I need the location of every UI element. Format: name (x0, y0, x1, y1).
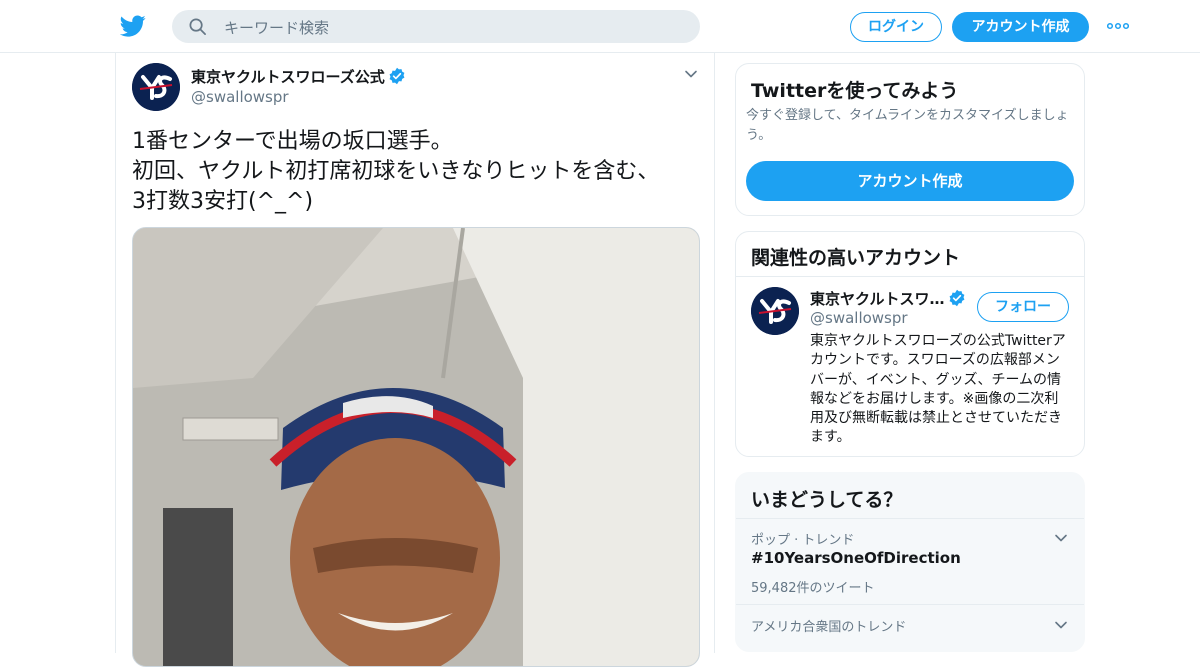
trends-title: いまどうしてる？ (751, 489, 903, 511)
related-card-title: 関連性の高いアカウント (751, 247, 961, 269)
related-account-name[interactable]: 東京ヤクルトスワ… (810, 290, 945, 308)
more-options-icon[interactable] (1107, 18, 1129, 34)
signup-button[interactable]: アカウント作成 (952, 12, 1089, 42)
trend-category: アメリカ合衆国のトレンド (751, 620, 907, 635)
signup-card: Twitterを使ってみよう 今すぐ登録して、タイムラインをカスタマイズしましょ… (735, 63, 1085, 216)
swallows-logo-icon (751, 287, 799, 335)
author-handle[interactable]: @swallowspr (191, 88, 289, 106)
divider (736, 518, 1084, 519)
swallows-logo-icon (132, 63, 180, 111)
tweet-text: 1番センターで出場の坂口選手。 初回、ヤクルト初打席初球をいきなりヒットを含む、… (132, 129, 660, 214)
divider (736, 276, 1084, 277)
search-icon (189, 18, 206, 35)
tweet-column: 東京ヤクルトスワローズ公式 @swallowspr 1番センターで出場の坂口選手… (115, 53, 715, 667)
trend-name[interactable]: #10YearsOneOfDirection (751, 549, 961, 567)
related-account-name-row[interactable]: 東京ヤクルトスワ… (810, 288, 966, 309)
twitter-bird-icon[interactable] (120, 13, 146, 39)
verified-badge-icon (389, 67, 405, 85)
divider (736, 604, 1084, 605)
author-avatar[interactable] (132, 63, 180, 111)
top-nav: ログイン アカウント作成 (0, 0, 1200, 53)
trends-card: いまどうしてる？ ポップ · トレンド #10YearsOneOfDirecti… (735, 472, 1085, 652)
login-button[interactable]: ログイン (850, 12, 942, 42)
player-photo (133, 228, 699, 666)
tweet-photo[interactable] (132, 227, 700, 667)
related-account-handle[interactable]: @swallowspr (810, 309, 908, 327)
search-input[interactable] (222, 10, 686, 45)
author-name-row[interactable]: 東京ヤクルトスワローズ公式 (191, 66, 406, 87)
trend-tweet-count: 59,482件のツイート (751, 581, 875, 596)
verified-badge-icon (949, 289, 964, 307)
author-name[interactable]: 東京ヤクルトスワローズ公式 (191, 68, 385, 86)
related-accounts-card: 関連性の高いアカウント 東京ヤクルトスワ… @swallowspr フォロー 東… (735, 231, 1085, 457)
search-box[interactable] (172, 10, 700, 45)
chevron-down-icon[interactable] (684, 67, 698, 81)
chevron-down-icon[interactable] (1054, 531, 1068, 545)
related-account-avatar[interactable] (751, 287, 799, 335)
trend-category: ポップ · トレンド (751, 533, 855, 548)
related-account-bio: 東京ヤクルトスワローズの公式Twitterアカウントです。スワローズの広報部メン… (810, 333, 1066, 446)
signup-card-button[interactable]: アカウント作成 (746, 161, 1074, 201)
follow-button[interactable]: フォロー (977, 292, 1069, 322)
signup-card-subtitle: 今すぐ登録して、タイムラインをカスタマイズしましょう。 (746, 108, 1069, 143)
signup-card-title: Twitterを使ってみよう (751, 80, 959, 102)
